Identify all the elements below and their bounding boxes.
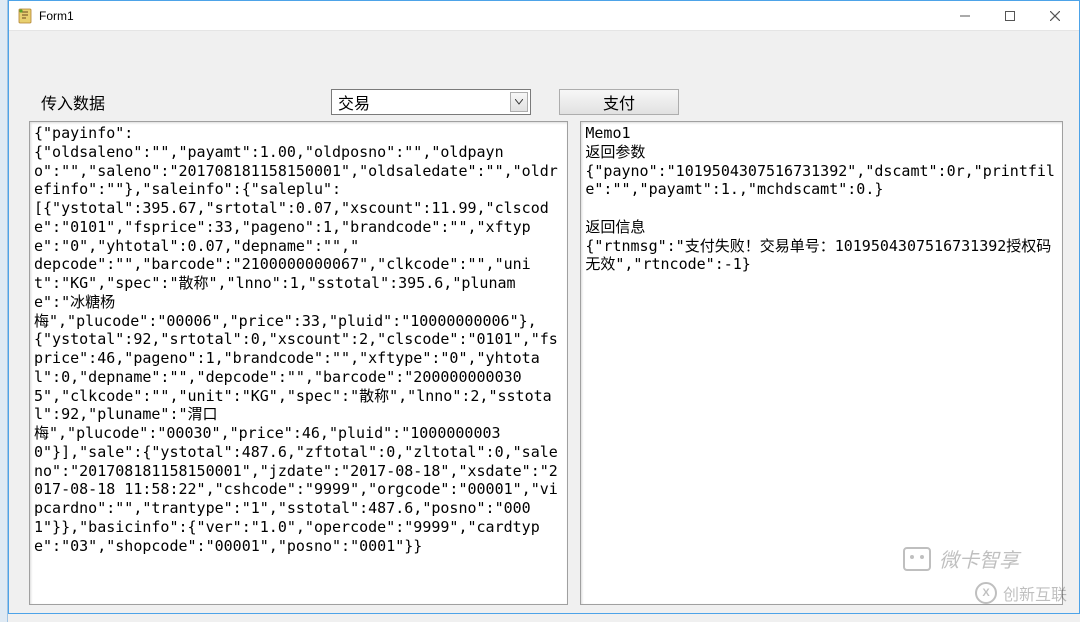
input-label: 传入数据 — [41, 90, 331, 114]
main-window: Form1 传入数据 交易 支付 — [8, 0, 1080, 614]
input-memo[interactable]: {"payinfo": {"oldsaleno":"","payamt":1.0… — [29, 121, 568, 605]
chevron-down-icon — [510, 92, 528, 112]
titlebar[interactable]: Form1 — [9, 1, 1079, 31]
output-memo[interactable]: Memo1 返回参数 {"payno":"1019504307516731392… — [580, 121, 1063, 605]
trade-type-value: 交易 — [338, 90, 370, 114]
maximize-button[interactable] — [987, 1, 1032, 30]
client-area: 传入数据 交易 支付 {"payinfo": {"oldsaleno":"","… — [9, 31, 1079, 613]
memo-panels: {"payinfo": {"oldsaleno":"","payamt":1.0… — [29, 121, 1063, 605]
top-controls: 传入数据 交易 支付 — [41, 89, 1063, 115]
trade-type-select[interactable]: 交易 — [331, 89, 531, 115]
app-icon — [17, 8, 33, 24]
outer-left-edge — [0, 0, 8, 622]
minimize-button[interactable] — [942, 1, 987, 30]
pay-button[interactable]: 支付 — [559, 89, 679, 115]
titlebar-buttons — [942, 1, 1077, 30]
window-title: Form1 — [39, 9, 942, 23]
pay-button-label: 支付 — [603, 90, 635, 114]
close-button[interactable] — [1032, 1, 1077, 30]
